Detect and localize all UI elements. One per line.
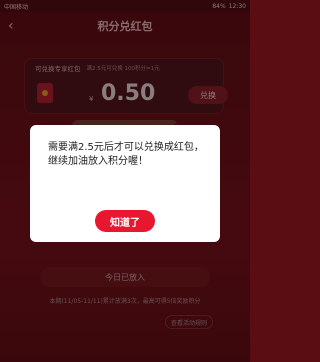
dialog-message: 需要满2.5元后才可以兑换成红包，继续加油放入积分喔！ [48,142,204,167]
alert-dialog: 需要满2.5元后才可以兑换成红包，继续加油放入积分喔！ 知道了 [30,125,220,242]
ok-button[interactable]: 知道了 [95,210,155,232]
